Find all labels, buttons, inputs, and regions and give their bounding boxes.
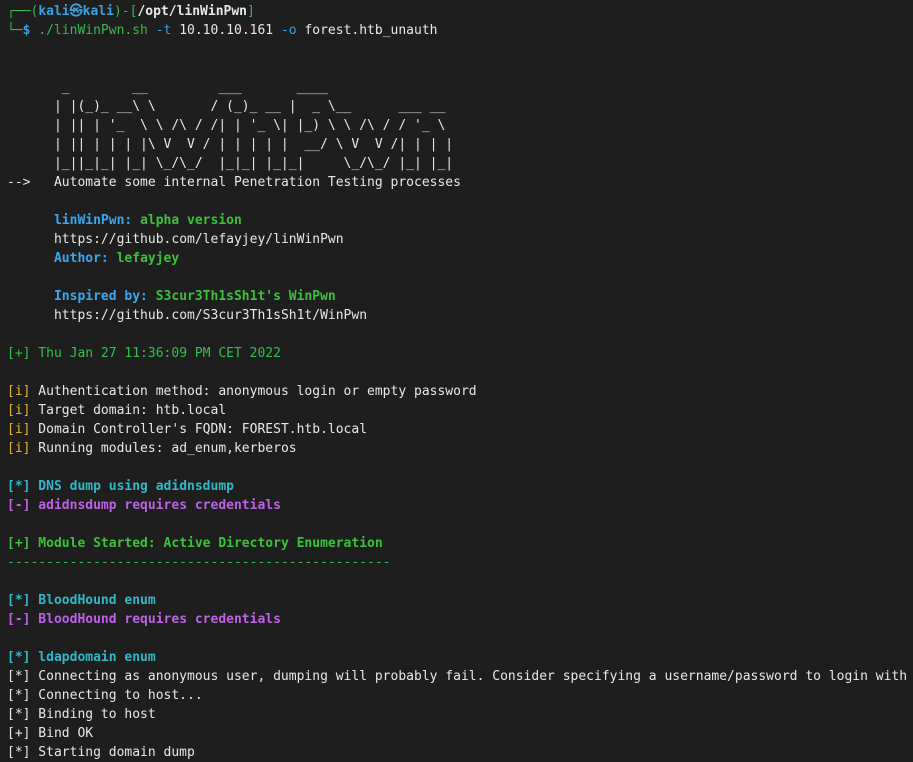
command-name: ./linWinPwn.sh: [38, 23, 148, 38]
module-start-text: Module Started: Active Directory Enumera…: [30, 536, 383, 551]
dns-error-line: [-] adidnsdump requires credentials: [7, 496, 913, 515]
bloodhound-line: [*] BloodHound enum: [7, 591, 913, 610]
author-line: Author: lefayjey: [7, 249, 913, 268]
info-line: [i] Target domain: htb.local: [7, 401, 913, 420]
inspired-line: Inspired by: S3cur3Th1sSh1t's WinPwn: [7, 287, 913, 306]
status-tag-star: [*]: [7, 479, 31, 494]
status-tag-plus: [+]: [7, 346, 31, 361]
command-outdir: forest.htb_unauth: [304, 23, 438, 38]
command-target: 10.10.10.161: [179, 23, 274, 38]
info-text: Authentication method: anonymous login o…: [30, 384, 477, 399]
status-tag-info: [i]: [7, 422, 31, 437]
terminal-window[interactable]: ┌──(kali㉿kali)-[/opt/linWinPwn] └─$ ./li…: [0, 0, 913, 760]
repo-url-line: https://github.com/lefayjey/linWinPwn: [7, 230, 913, 249]
info-line: [i] Authentication method: anonymous log…: [7, 382, 913, 401]
dns-dump-text: DNS dump using adidnsdump: [30, 479, 234, 494]
author-value: lefayjey: [116, 251, 180, 266]
banner-art-line-2: | |(_)_ __\ \ / (_)_ __ | _ \__ ___ __: [7, 99, 446, 114]
prompt-cwd: /opt/linWinPwn: [137, 4, 248, 19]
ldap-output-line: [*] Starting domain dump: [7, 745, 195, 760]
prompt-close: ]: [247, 4, 255, 19]
banner-art-line-3: | || | '_ \ \ /\ / /| | '_ \| |_) \ \ /\…: [7, 118, 446, 133]
timestamp-text: Thu Jan 27 11:36:09 PM CET 2022: [30, 346, 281, 361]
info-text: Domain Controller's FQDN: FOREST.htb.loc…: [30, 422, 368, 437]
status-tag-minus: [-]: [7, 498, 31, 513]
status-tag-star: [*]: [7, 593, 31, 608]
author-label: Author:: [53, 251, 117, 266]
module-start-line: [+] Module Started: Active Directory Enu…: [7, 534, 913, 553]
ldap-output-line: [+] Bind OK: [7, 726, 94, 741]
banner-art-line-4: | || | | | |\ V V / | | | | | __/ \ V V …: [7, 137, 454, 152]
status-tag-star: [*]: [7, 650, 31, 665]
prompt-dir-sep: )-[: [113, 4, 138, 19]
version-line: linWinPwn: alpha version: [7, 211, 913, 230]
inspired-label: Inspired by:: [53, 289, 156, 304]
bloodhound-error-line: [-] BloodHound requires credentials: [7, 610, 913, 629]
banner-tagline: Automate some internal Penetration Testi…: [53, 175, 461, 190]
arrow-marker: -->: [7, 175, 54, 190]
ldap-output-line: [*] Connecting as anonymous user, dumpin…: [7, 669, 908, 684]
inspired-value: S3cur3Th1sSh1t's WinPwn: [155, 289, 336, 304]
version-value: alpha version: [140, 213, 242, 228]
command-flag-t: -t: [147, 23, 180, 38]
inspired-url[interactable]: https://github.com/S3cur3Th1sSh1t/WinPwn: [54, 308, 367, 323]
prompt-line-2: └─$ ./linWinPwn.sh -t 10.10.10.161 -o fo…: [7, 21, 913, 40]
info-text: Target domain: htb.local: [30, 403, 227, 418]
banner-art-line-5: |_||_|_| |_| \_/\_/ |_|_| |_|_| \_/\_/ |…: [7, 156, 454, 171]
separator-line: ----------------------------------------…: [7, 555, 391, 570]
ldap-output-line: [*] Connecting to host...: [7, 688, 203, 703]
dns-error-text: adidnsdump requires credentials: [30, 498, 281, 513]
info-text: Running modules: ad_enum,kerberos: [30, 441, 297, 456]
ldap-enum-line: [*] ldapdomain enum: [7, 648, 913, 667]
ldap-output-line: [*] Binding to host: [7, 707, 156, 722]
prompt-corner-bottom: └─: [7, 23, 23, 38]
prompt-user: kali: [38, 4, 70, 19]
inspired-url-line: https://github.com/S3cur3Th1sSh1t/WinPwn: [7, 306, 913, 325]
banner-tagline-line: --> Automate some internal Penetration T…: [7, 173, 913, 192]
status-tag-info: [i]: [7, 403, 31, 418]
status-tag-info: [i]: [7, 441, 31, 456]
bloodhound-error-text: BloodHound requires credentials: [30, 612, 281, 627]
banner-art-line-1: _ __ ___ ____: [7, 80, 328, 95]
prompt-line-1: ┌──(kali㉿kali)-[/opt/linWinPwn]: [7, 2, 913, 21]
repo-url[interactable]: https://github.com/lefayjey/linWinPwn: [54, 232, 344, 247]
command-flag-o: -o: [273, 23, 305, 38]
status-tag-plus: [+]: [7, 536, 31, 551]
prompt-corner-top: ┌──(: [7, 4, 39, 19]
status-tag-info: [i]: [7, 384, 31, 399]
version-label: linWinPwn:: [53, 213, 141, 228]
prompt-at-symbol: ㉿: [69, 4, 83, 19]
timestamp-line: [+] Thu Jan 27 11:36:09 PM CET 2022: [7, 344, 913, 363]
info-line: [i] Running modules: ad_enum,kerberos: [7, 439, 913, 458]
ldap-enum-text: ldapdomain enum: [30, 650, 156, 665]
dns-dump-line: [*] DNS dump using adidnsdump: [7, 477, 913, 496]
prompt-host: kali: [82, 4, 114, 19]
info-line: [i] Domain Controller's FQDN: FOREST.htb…: [7, 420, 913, 439]
prompt-dollar: $: [22, 23, 39, 38]
status-tag-minus: [-]: [7, 612, 31, 627]
bloodhound-text: BloodHound enum: [30, 593, 156, 608]
